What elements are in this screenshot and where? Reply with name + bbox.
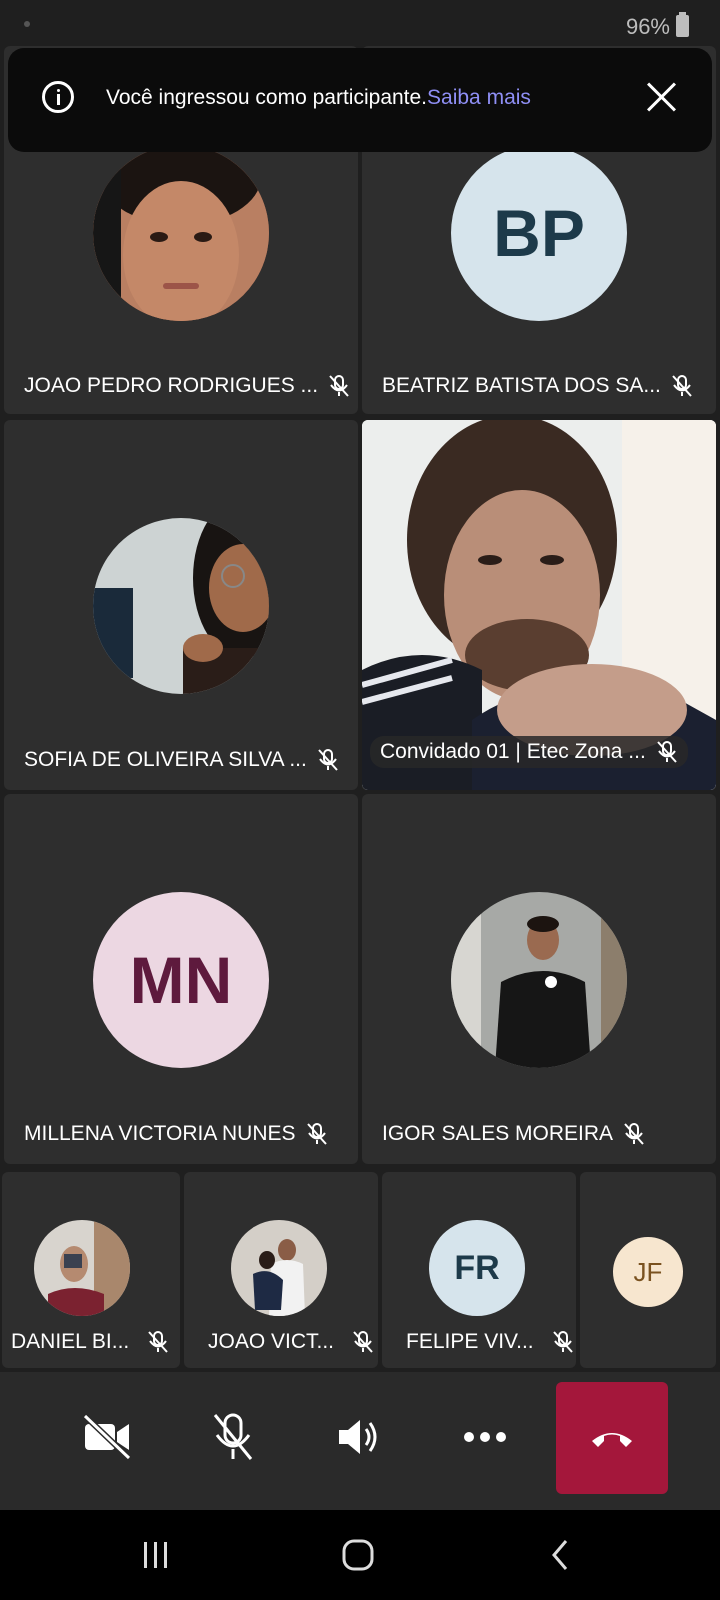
participant-tile-daniel[interactable]: DANIEL BI... <box>2 1172 180 1368</box>
toast-message: Você ingressou como participante.Saiba m… <box>106 86 531 110</box>
camera-toggle-button[interactable] <box>72 1402 142 1472</box>
speaker-icon <box>339 1420 377 1454</box>
participant-video <box>362 420 716 790</box>
participant-name: IGOR SALES MOREIRA <box>382 1122 614 1145</box>
participant-name: JOAO PEDRO RODRIGUES ... <box>24 374 319 397</box>
back-icon <box>552 1540 568 1570</box>
participant-name-row: MILLENA VICTORIA NUNES <box>24 1122 328 1146</box>
participant-tile-millena[interactable]: MN MILLENA VICTORIA NUNES <box>4 794 358 1164</box>
participant-name-row: IGOR SALES MOREIRA <box>382 1122 645 1146</box>
participant-toast: Você ingressou como participante.Saiba m… <box>8 48 712 152</box>
avatar-initials: FR <box>454 1248 500 1287</box>
mic-off-icon <box>353 1331 373 1353</box>
home-button[interactable] <box>338 1535 378 1575</box>
recents-button[interactable] <box>136 1535 176 1575</box>
avatar-initials: MN <box>129 943 233 1017</box>
mic-off-icon <box>329 375 349 397</box>
avatar <box>231 1220 327 1316</box>
mic-off-icon <box>213 1413 253 1460</box>
participant-name-row: FELIPE VIV... <box>406 1330 574 1354</box>
hangup-button[interactable] <box>556 1382 668 1494</box>
participant-name: JOAO VICT... <box>208 1330 335 1353</box>
system-navigation-bar <box>0 1510 720 1600</box>
learn-more-link[interactable]: Saiba mais <box>427 86 531 109</box>
back-button[interactable] <box>540 1535 580 1575</box>
mic-off-icon <box>318 749 338 771</box>
more-icon <box>464 1432 506 1442</box>
avatar: BP <box>451 145 627 321</box>
notification-dot-icon <box>24 21 30 27</box>
avatar <box>93 145 269 321</box>
avatar: FR <box>429 1220 525 1316</box>
avatar <box>451 892 627 1068</box>
participant-name: DANIEL BI... <box>11 1330 130 1353</box>
home-icon <box>342 1539 374 1571</box>
more-options-button[interactable] <box>450 1402 520 1472</box>
avatar <box>34 1220 130 1316</box>
toast-message-text: Você ingressou como participante. <box>106 86 428 109</box>
participant-name: SOFIA DE OLIVEIRA SILVA ... <box>24 748 307 771</box>
participant-name: FELIPE VIV... <box>406 1330 534 1353</box>
participant-name-row: SOFIA DE OLIVEIRA SILVA ... <box>24 748 339 772</box>
avatar-initials: JF <box>633 1256 663 1287</box>
camera-off-icon <box>82 1414 132 1460</box>
participant-tile-convidado-video[interactable]: Convidado 01 | Etec Zona ... <box>362 420 716 790</box>
hangup-icon <box>592 1433 632 1447</box>
recents-icon <box>144 1542 167 1568</box>
battery-level: 96% <box>625 14 670 39</box>
battery-icon <box>676 12 689 37</box>
mic-off-icon <box>552 1331 573 1353</box>
participant-tile-sofia[interactable]: SOFIA DE OLIVEIRA SILVA ... <box>4 420 358 790</box>
participant-name-row: Convidado 01 | Etec Zona ... <box>370 736 688 768</box>
participant-tile-jf[interactable]: JF <box>580 1172 716 1368</box>
info-icon <box>42 81 74 113</box>
participant-tile-igor[interactable]: IGOR SALES MOREIRA <box>362 794 716 1164</box>
speaker-button[interactable] <box>324 1402 394 1472</box>
mic-toggle-button[interactable] <box>198 1402 268 1472</box>
participant-tile-joao-vict[interactable]: JOAO VICT... <box>184 1172 378 1368</box>
participant-name-row: JOAO PEDRO RODRIGUES ... <box>24 374 350 398</box>
participant-name-row: BEATRIZ BATISTA DOS SA... <box>382 374 693 398</box>
participant-name-row: DANIEL BI... <box>11 1330 169 1354</box>
avatar: MN <box>93 892 269 1068</box>
status-bar: 96% <box>0 0 720 50</box>
participant-tile-felipe[interactable]: FR FELIPE VIV... <box>382 1172 576 1368</box>
participant-name: Convidado 01 | Etec Zona ... <box>380 740 646 763</box>
participant-name-row: JOAO VICT... <box>208 1330 374 1354</box>
avatar: JF <box>613 1237 683 1307</box>
close-icon[interactable] <box>644 80 678 114</box>
mic-off-icon <box>148 1331 169 1353</box>
mic-off-icon <box>672 375 692 397</box>
mic-off-icon <box>657 741 677 763</box>
call-controls <box>0 1372 720 1510</box>
avatar <box>93 518 269 694</box>
avatar-initials: BP <box>493 196 585 270</box>
mic-off-icon <box>624 1123 644 1145</box>
participant-name: BEATRIZ BATISTA DOS SA... <box>382 374 661 397</box>
mic-off-icon <box>306 1123 327 1145</box>
participant-name: MILLENA VICTORIA NUNES <box>24 1122 296 1145</box>
